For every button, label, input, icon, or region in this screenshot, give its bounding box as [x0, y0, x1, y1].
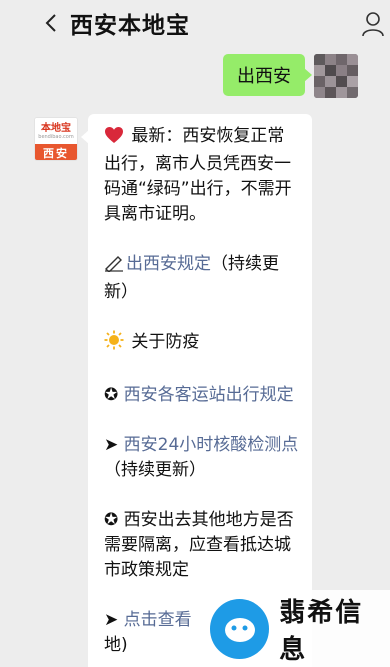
arrow-bullet-icon: ➤ — [104, 610, 124, 630]
bendibao-logo: 本地宝 bendibao.com — [35, 118, 77, 144]
star-bullet-icon: ✪ — [104, 385, 124, 405]
message-paragraph-rules: 出西安规定（持续更新） — [104, 252, 300, 305]
arrow-bullet-icon: ➤ — [104, 435, 124, 455]
latest-notice-text: 最新：西安恢复正常出行，离市人员凭西安一码通“绿码”出行，不需开具离市证明。 — [104, 126, 292, 224]
sun-icon — [104, 330, 126, 358]
message-paragraph-latest: 最新：西安恢复正常出行，离市人员凭西安一码通“绿码”出行，不需开具离市证明。 — [104, 124, 300, 227]
heart-icon — [104, 126, 126, 152]
outgoing-message-bubble[interactable]: 出西安 — [223, 54, 312, 96]
message-paragraph-quarantine: ✪ 西安出去其他地方是否需要隔离，应查看抵达城市政策规定 — [104, 508, 300, 583]
bus-station-rules-link[interactable]: 西安各客运站出行规定 — [124, 385, 294, 405]
testing-points-link[interactable]: 西安24小时核酸检测点 — [124, 435, 299, 455]
message-paragraph-bus-stations: ✪ 西安各客运站出行规定 — [104, 383, 300, 408]
writing-hand-icon — [104, 254, 126, 280]
logo-city-text: 西安 — [35, 144, 77, 160]
exit-xian-rules-link[interactable]: 出西安规定 — [126, 254, 211, 274]
click-to-view-link[interactable]: 点击查看 — [124, 610, 192, 630]
message-paragraph-epidemic: 关于防疫 — [104, 330, 300, 358]
account-avatar[interactable]: 本地宝 bendibao.com 西安 — [34, 117, 78, 161]
incoming-message-bubble: 最新：西安恢复正常出行，离市人员凭西安一码通“绿码”出行，不需开具离市证明。 出… — [81, 114, 312, 667]
watermark-logo-icon — [210, 598, 270, 659]
logo-brand-text: 本地宝 — [41, 122, 71, 134]
chevron-left-icon — [45, 14, 56, 32]
user-avatar-image — [314, 54, 358, 98]
back-button[interactable] — [40, 8, 62, 38]
profile-button[interactable] — [356, 6, 390, 42]
logo-sub-text: bendibao.com — [38, 133, 74, 140]
chat-title: 西安本地宝 — [70, 13, 190, 39]
epidemic-heading-text: 关于防疫 — [131, 332, 200, 352]
outgoing-message-text: 出西安 — [237, 66, 291, 87]
user-avatar[interactable] — [314, 54, 358, 98]
more-suffix-text: 地) — [104, 635, 128, 655]
person-icon — [362, 12, 384, 37]
watermark-text: 翡希信息 — [279, 597, 364, 665]
watermark: 翡希信息 — [206, 590, 390, 667]
message-paragraph-testing: ➤ 西安24小时核酸检测点 （持续更新） — [104, 433, 300, 483]
quarantine-text: ✪ 西安出去其他地方是否需要隔离，应查看抵达城市政策规定 — [104, 510, 294, 580]
chat-header: 西安本地宝 — [0, 0, 390, 54]
testing-suffix-text: （持续更新） — [104, 460, 206, 480]
